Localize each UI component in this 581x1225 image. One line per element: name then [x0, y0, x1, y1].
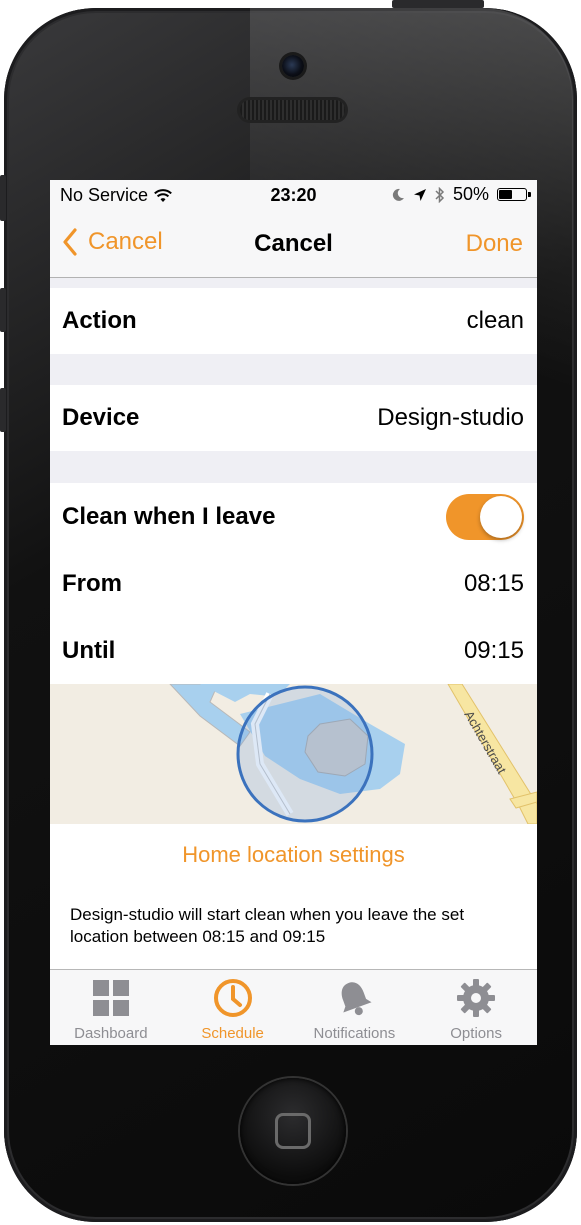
battery-percent: 50%: [452, 184, 489, 204]
tab-notifications-label: Notifications: [313, 1025, 396, 1042]
volume-down-button: [0, 388, 6, 432]
tab-options[interactable]: Options: [415, 970, 537, 1045]
device-label: Device: [62, 404, 140, 431]
street-label: Achterstraat: [461, 708, 509, 777]
home-button[interactable]: [240, 1078, 346, 1184]
until-value: 09:15: [463, 636, 524, 664]
from-row[interactable]: From 08:15: [50, 550, 537, 617]
action-value: clean: [466, 307, 524, 334]
mute-switch: [0, 175, 6, 221]
bluetooth-icon: [435, 186, 445, 203]
from-value: 08:15: [463, 569, 524, 597]
app-screen: No Service 23:20 50% Cancel Cancel Done …: [50, 180, 537, 1045]
toggle-knob: [480, 495, 522, 538]
home-location-map[interactable]: Achterstraat: [50, 684, 537, 824]
tab-schedule-label: Schedule: [201, 1025, 264, 1042]
clean-when-leave-row: Clean when I leave: [50, 483, 537, 550]
earpiece-speaker: [240, 100, 345, 120]
tab-dashboard[interactable]: Dashboard: [50, 970, 172, 1045]
tab-bar: Dashboard Schedule Notifications Options: [50, 969, 537, 1045]
bell-icon: [342, 982, 372, 1016]
clock-icon: [213, 979, 252, 1017]
until-label: Until: [62, 636, 116, 664]
page-title: Cancel: [254, 230, 333, 257]
device-value: Design-studio: [377, 404, 524, 431]
battery-fill: [499, 190, 512, 199]
clean-when-leave-toggle[interactable]: [446, 493, 524, 540]
status-right: 50%: [391, 184, 531, 205]
home-location-settings-link[interactable]: Home location settings: [50, 842, 537, 868]
front-camera: [282, 55, 304, 77]
power-button: [392, 0, 484, 8]
from-label: From: [62, 569, 122, 597]
home-button-square-icon: [275, 1113, 311, 1149]
gear-icon: [457, 979, 496, 1017]
dashboard-grid-icon: [92, 980, 129, 1016]
device-row[interactable]: Device Design-studio: [50, 385, 537, 451]
tab-notifications[interactable]: Notifications: [294, 970, 416, 1045]
action-label: Action: [62, 307, 137, 334]
clean-when-leave-label: Clean when I leave: [62, 502, 276, 530]
do-not-disturb-moon-icon: [392, 188, 404, 201]
tab-dashboard-label: Dashboard: [74, 1025, 148, 1042]
map-graphic: Achterstraat: [169, 684, 537, 824]
location-arrow-icon: [413, 188, 426, 201]
schedule-description: Design-studio will start clean when you …: [70, 905, 465, 946]
tab-schedule[interactable]: Schedule: [172, 970, 294, 1045]
until-row[interactable]: Until 09:15: [50, 617, 537, 684]
volume-up-button: [0, 288, 6, 332]
tab-options-label: Options: [450, 1025, 502, 1042]
status-bar: No Service 23:20 50%: [50, 180, 537, 210]
navigation-bar: Cancel Cancel Done: [50, 210, 537, 278]
battery-icon: [497, 188, 531, 201]
done-button[interactable]: Done: [466, 230, 523, 258]
action-row[interactable]: Action clean: [50, 288, 537, 354]
